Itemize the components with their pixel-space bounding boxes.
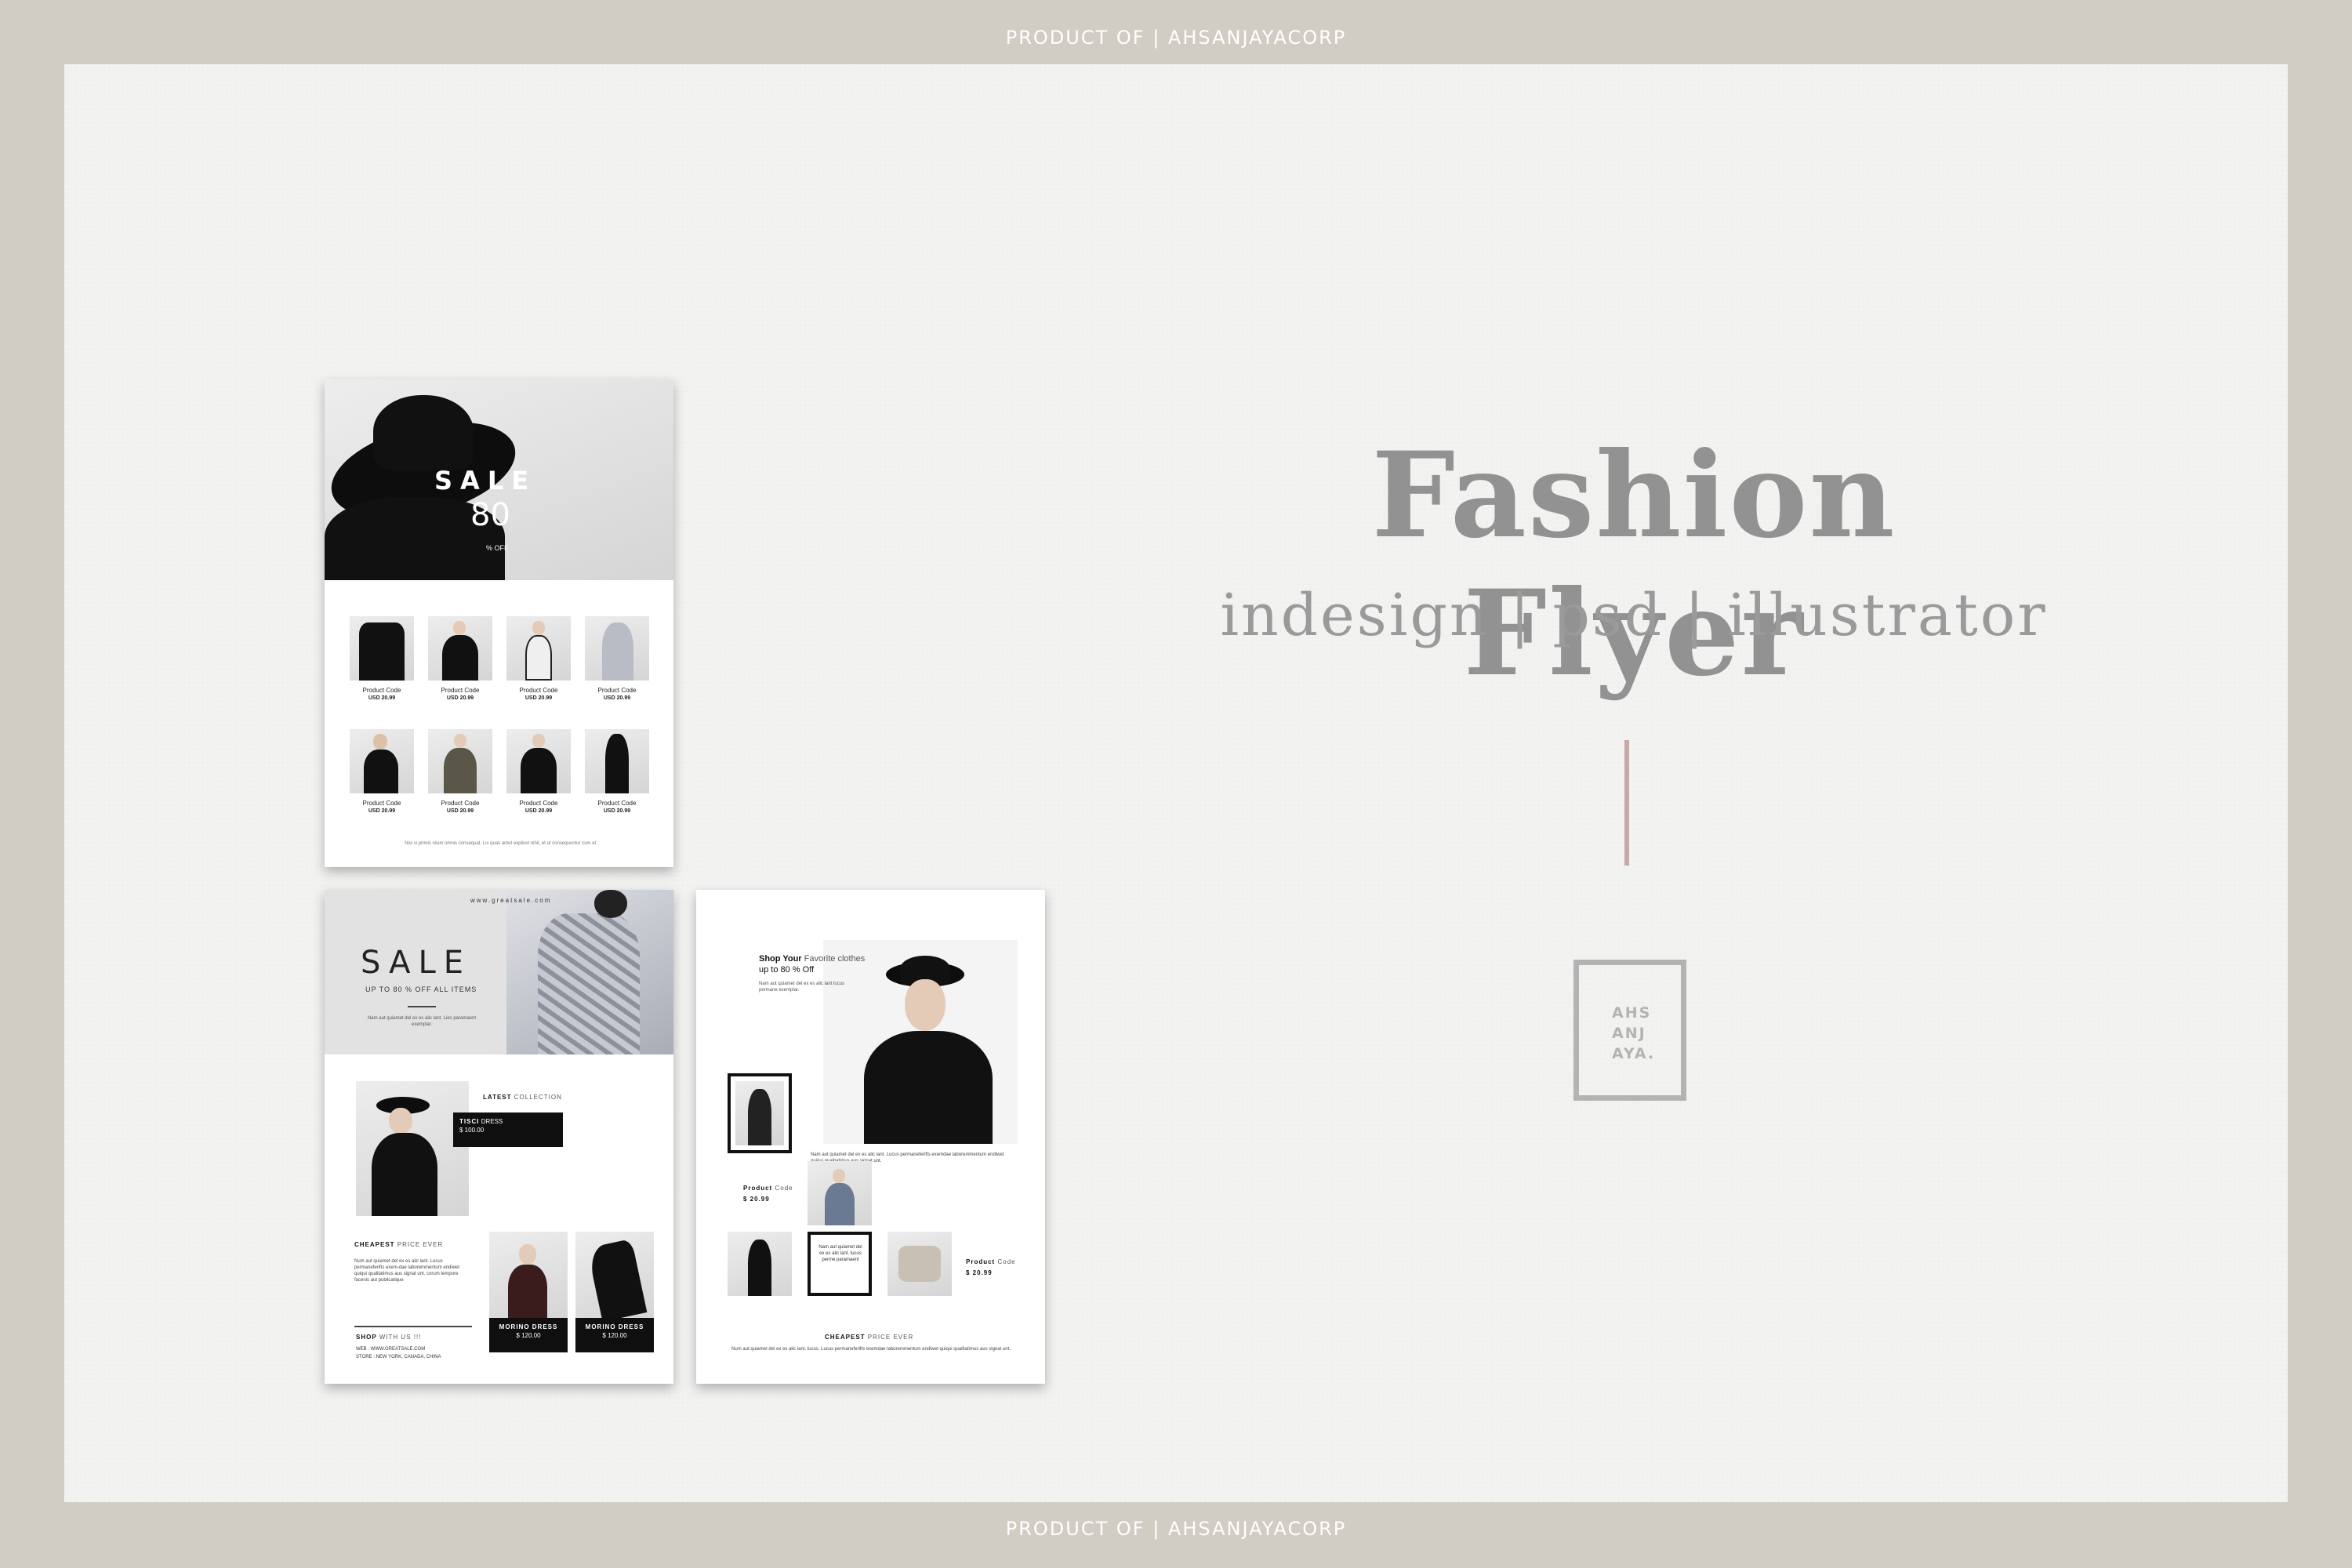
flyer1-discount-number: 80: [470, 497, 510, 533]
tisci-dress-box: TISCI DRESS $ 100.00: [453, 1112, 563, 1147]
product-label: Product Code USD 20.99: [597, 687, 637, 701]
top-banner-text: PRODUCT OF | AHSANJAYACORP: [1005, 27, 1347, 49]
hat-crown-illustration: [373, 395, 474, 470]
flyer3-main-photo: [823, 940, 1018, 1144]
page-subtitle: indesign | psd | illustrator: [1220, 582, 2048, 649]
product-label: Product Code USD 20.99: [519, 687, 558, 701]
flyer1-hero-photo: SALE 80 % OFF: [325, 379, 673, 580]
product-photo: [506, 729, 571, 793]
flyer2-sale-title: SALE: [361, 945, 472, 981]
latest-collection-label: LATEST COLLECTION: [483, 1094, 562, 1101]
product-photo: [808, 1161, 872, 1225]
product-label: Product Code USD 20.99: [597, 800, 637, 814]
product-photo: [887, 1232, 952, 1296]
product-photo: [585, 616, 649, 681]
product-code-label: Product Code: [743, 1185, 793, 1192]
accent-divider: [1624, 740, 1629, 866]
cheapest-price-label: CHEAPEST PRICE EVER: [825, 1334, 914, 1341]
divider: [354, 1326, 472, 1327]
flyer3-intro-text: Nam aut quiamet del ex es alic lant lucu…: [759, 982, 845, 993]
shop-favorite-heading: Shop Your Favorite clothes: [759, 954, 866, 964]
flyer2-header-band: www.greatsale.com SALE UP TO 80 % OFF AL…: [325, 890, 673, 1054]
product-label: Product Code USD 20.99: [362, 687, 401, 701]
product-photo: [428, 729, 492, 793]
flyer-sale-catalog: SALE 80 % OFF Product Code USD 20.99 Prod…: [325, 379, 673, 867]
brand-logo: AHS ANJ AYA.: [1573, 960, 1686, 1101]
canvas: SALE 80 % OFF Product Code USD 20.99 Prod…: [64, 64, 2288, 1502]
morino-dress-box: MORINO DRESS $ 120.00: [489, 1318, 568, 1352]
flyer2-intro-text: Nam aut quiamet del ex es alic lant. Lie…: [367, 1016, 477, 1027]
up-to-off-text: up to 80 % Off: [759, 965, 815, 975]
framed-box-text: Nam aut quiamet del ex es alic lant. luc…: [818, 1245, 862, 1262]
framed-product-photo: [728, 1073, 792, 1153]
product-photo: [506, 616, 571, 681]
cheapest-price-label: CHEAPEST PRICE EVER: [354, 1241, 444, 1248]
flyer1-footer-text: Nisi si primis nisim omnis consequat. Li…: [405, 841, 597, 846]
morino-dress-box: MORINO DRESS $ 120.00: [575, 1318, 654, 1352]
product-photo: [728, 1232, 792, 1296]
bottom-banner-text: PRODUCT OF | AHSANJAYACORP: [1005, 1518, 1347, 1540]
product-label: Product Code USD 20.99: [441, 687, 480, 701]
flyer2-item-photo: [575, 1232, 654, 1318]
flyer-sale-collection: www.greatsale.com SALE UP TO 80 % OFF AL…: [325, 890, 673, 1384]
divider: [408, 1006, 436, 1007]
product-photo: [428, 616, 492, 681]
flyer3-footer-text: Num aut quiamet del ex es alic lant. luc…: [731, 1347, 1011, 1352]
web-address: WEB : WWW.GREATSALE.COM: [356, 1347, 426, 1352]
product-photo: [350, 616, 414, 681]
brand-logo-text: AHS ANJ AYA.: [1612, 1004, 1656, 1062]
cheapest-body-text: Num aut quiamet del ex es ailc lant. Luc…: [354, 1259, 460, 1283]
product-label: Product Code USD 20.99: [519, 800, 558, 814]
product-code-price: $ 20.99: [743, 1196, 770, 1203]
flyer2-model-photo: [506, 890, 673, 1054]
product-code-price: $ 20.99: [966, 1269, 993, 1276]
flyer2-latest-photo: [356, 1081, 469, 1216]
product-photo: [585, 729, 649, 793]
framed-text-box: Nam aut quiamet del ex es alic lant. luc…: [808, 1232, 872, 1296]
flyer2-url: www.greatsale.com: [470, 897, 552, 904]
flyer2-item-photo: [489, 1232, 568, 1318]
flyer1-off-text: % OFF: [486, 544, 509, 552]
product-label: Product Code USD 20.99: [441, 800, 480, 814]
flyer-shop-favorites: Shop Your Favorite clothes up to 80 % Of…: [696, 890, 1045, 1384]
product-photo: [350, 729, 414, 793]
product-code-label: Product Code: [966, 1258, 1016, 1265]
product-label: Product Code USD 20.99: [362, 800, 401, 814]
store-locations: STORE : NEW YORK, CANADA, CHINA: [356, 1355, 441, 1359]
flyer1-sale-text: SALE: [434, 466, 537, 495]
flyer2-sale-subtitle: UP TO 80 % OFF ALL ITEMS: [365, 985, 477, 993]
page-title: Fashion Flyer: [1371, 426, 1896, 702]
shop-with-us-label: SHOP WITH US !!!: [356, 1334, 422, 1341]
